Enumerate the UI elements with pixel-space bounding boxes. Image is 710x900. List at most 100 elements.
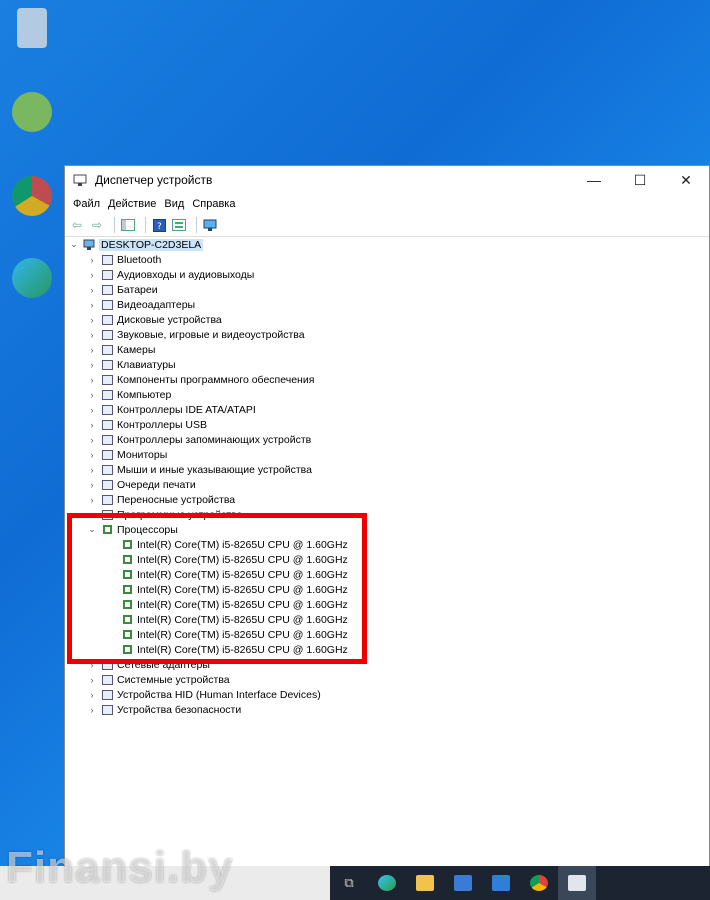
taskbar-mail[interactable]: [482, 866, 520, 900]
chevron-down-icon[interactable]: ⌄: [87, 524, 97, 535]
chevron-right-icon[interactable]: ›: [87, 300, 97, 310]
tree-root[interactable]: ⌄ DESKTOP-C2D3ELA: [65, 237, 709, 252]
chevron-right-icon[interactable]: ›: [87, 690, 97, 700]
processor-item[interactable]: Intel(R) Core(TM) i5-8265U CPU @ 1.60GHz: [65, 537, 709, 552]
processor-item[interactable]: Intel(R) Core(TM) i5-8265U CPU @ 1.60GHz: [65, 567, 709, 582]
system-device-icon: [101, 674, 113, 686]
tree-category[interactable]: › Контроллеры запоминающих устройств: [65, 432, 709, 447]
forward-button[interactable]: ⇨: [89, 217, 105, 233]
menu-help[interactable]: Справка: [188, 198, 239, 210]
tree-category[interactable]: › Аудиовходы и аудиовыходы: [65, 267, 709, 282]
chevron-right-icon[interactable]: ›: [87, 435, 97, 445]
chrome-icon: [12, 176, 52, 216]
help-button[interactable]: ?: [151, 217, 167, 233]
tree-category[interactable]: › Bluetooth: [65, 252, 709, 267]
chevron-right-icon[interactable]: ›: [87, 660, 97, 670]
tree-category[interactable]: › Мыши и иные указывающие устройства: [65, 462, 709, 477]
processor-icon: [121, 629, 133, 641]
chevron-right-icon[interactable]: ›: [87, 420, 97, 430]
tree-category[interactable]: › Видеоадаптеры: [65, 297, 709, 312]
tree-category[interactable]: › Дисковые устройства: [65, 312, 709, 327]
tree-category[interactable]: › Переносные устройства: [65, 492, 709, 507]
tree-category[interactable]: › Очереди печати: [65, 477, 709, 492]
category-label: Камеры: [117, 343, 156, 356]
chevron-right-icon[interactable]: ›: [87, 465, 97, 475]
menu-bar: Файл Действие Вид Справка: [65, 194, 709, 214]
desktop-icon-recycle-bin[interactable]: [8, 8, 56, 50]
desktop-icon-chrome[interactable]: [8, 176, 56, 218]
category-label: Видеоадаптеры: [117, 298, 196, 311]
chevron-right-icon[interactable]: ›: [87, 405, 97, 415]
tree-category[interactable]: › Звуковые, игровые и видеоустройства: [65, 327, 709, 342]
processor-item[interactable]: Intel(R) Core(TM) i5-8265U CPU @ 1.60GHz: [65, 552, 709, 567]
chevron-right-icon[interactable]: ›: [87, 390, 97, 400]
desktop-icon-edge[interactable]: [8, 258, 56, 300]
processor-icon: [121, 569, 133, 581]
disk-drive-icon: [101, 314, 113, 326]
tree-category[interactable]: › Контроллеры USB: [65, 417, 709, 432]
taskbar-device-manager[interactable]: [558, 866, 596, 900]
tree-category[interactable]: › Мониторы: [65, 447, 709, 462]
tree-category[interactable]: › Камеры: [65, 342, 709, 357]
taskbar-task-view[interactable]: ⧉: [330, 866, 368, 900]
tree-category[interactable]: › Компьютер: [65, 387, 709, 402]
taskbar-store[interactable]: [444, 866, 482, 900]
folder-icon: [416, 875, 434, 891]
processor-item[interactable]: Intel(R) Core(TM) i5-8265U CPU @ 1.60GHz: [65, 627, 709, 642]
processor-label: Intel(R) Core(TM) i5-8265U CPU @ 1.60GHz: [137, 568, 348, 581]
hid-icon: [101, 689, 113, 701]
tree-category[interactable]: › Клавиатуры: [65, 357, 709, 372]
desktop-icon-app-1[interactable]: [8, 92, 56, 134]
properties-button[interactable]: [171, 217, 187, 233]
chevron-right-icon[interactable]: ›: [87, 345, 97, 355]
tree-category[interactable]: › Контроллеры IDE ATA/ATAPI: [65, 402, 709, 417]
category-label: Мыши и иные указывающие устройства: [117, 463, 312, 476]
tree-category[interactable]: › Программные устройства: [65, 507, 709, 522]
menu-view[interactable]: Вид: [160, 198, 188, 210]
chevron-right-icon[interactable]: ›: [87, 375, 97, 385]
chevron-down-icon[interactable]: ⌄: [69, 239, 79, 250]
chevron-right-icon[interactable]: ›: [87, 270, 97, 280]
menu-file[interactable]: Файл: [69, 198, 104, 210]
tree-category-processors[interactable]: ⌄ Процессоры: [65, 522, 709, 537]
chevron-right-icon[interactable]: ›: [87, 360, 97, 370]
chevron-right-icon[interactable]: ›: [87, 495, 97, 505]
chevron-right-icon[interactable]: ›: [87, 255, 97, 265]
chevron-right-icon[interactable]: ›: [87, 450, 97, 460]
chevron-right-icon[interactable]: ›: [87, 315, 97, 325]
chevron-right-icon[interactable]: ›: [87, 675, 97, 685]
back-button[interactable]: ⇦: [69, 217, 85, 233]
chevron-right-icon[interactable]: ›: [87, 705, 97, 715]
scan-hardware-button[interactable]: [202, 217, 218, 233]
maximize-button[interactable]: ☐: [617, 166, 663, 194]
close-button[interactable]: ✕: [663, 166, 709, 194]
menu-action[interactable]: Действие: [104, 198, 160, 210]
chevron-right-icon[interactable]: ›: [87, 510, 97, 520]
tree-category[interactable]: › Батареи: [65, 282, 709, 297]
tree-category[interactable]: › Системные устройства: [65, 672, 709, 687]
taskbar-chrome[interactable]: [520, 866, 558, 900]
processor-item[interactable]: Intel(R) Core(TM) i5-8265U CPU @ 1.60GHz: [65, 642, 709, 657]
category-label: Звуковые, игровые и видеоустройства: [117, 328, 305, 341]
processor-icon: [121, 539, 133, 551]
tree-category[interactable]: › Устройства безопасности: [65, 702, 709, 717]
chevron-right-icon[interactable]: ›: [87, 480, 97, 490]
tree-category[interactable]: › Сетевые адаптеры: [65, 657, 709, 672]
category-label: Контроллеры IDE ATA/ATAPI: [117, 403, 256, 416]
processor-item[interactable]: Intel(R) Core(TM) i5-8265U CPU @ 1.60GHz: [65, 582, 709, 597]
portable-device-icon: [101, 494, 113, 506]
chevron-right-icon[interactable]: ›: [87, 285, 97, 295]
processor-item[interactable]: Intel(R) Core(TM) i5-8265U CPU @ 1.60GHz: [65, 612, 709, 627]
tree-category[interactable]: › Компоненты программного обеспечения: [65, 372, 709, 387]
minimize-button[interactable]: —: [571, 166, 617, 194]
processor-item[interactable]: Intel(R) Core(TM) i5-8265U CPU @ 1.60GHz: [65, 597, 709, 612]
taskbar-explorer[interactable]: [406, 866, 444, 900]
computer-icon: [101, 389, 113, 401]
tree-category[interactable]: › Устройства HID (Human Interface Devices…: [65, 687, 709, 702]
title-bar[interactable]: Диспетчер устройств — ☐ ✕: [65, 166, 709, 194]
taskbar-edge[interactable]: [368, 866, 406, 900]
processor-icon: [121, 554, 133, 566]
show-hide-console-tree-button[interactable]: [120, 217, 136, 233]
chevron-right-icon[interactable]: ›: [87, 330, 97, 340]
window-title: Диспетчер устройств: [95, 173, 213, 187]
